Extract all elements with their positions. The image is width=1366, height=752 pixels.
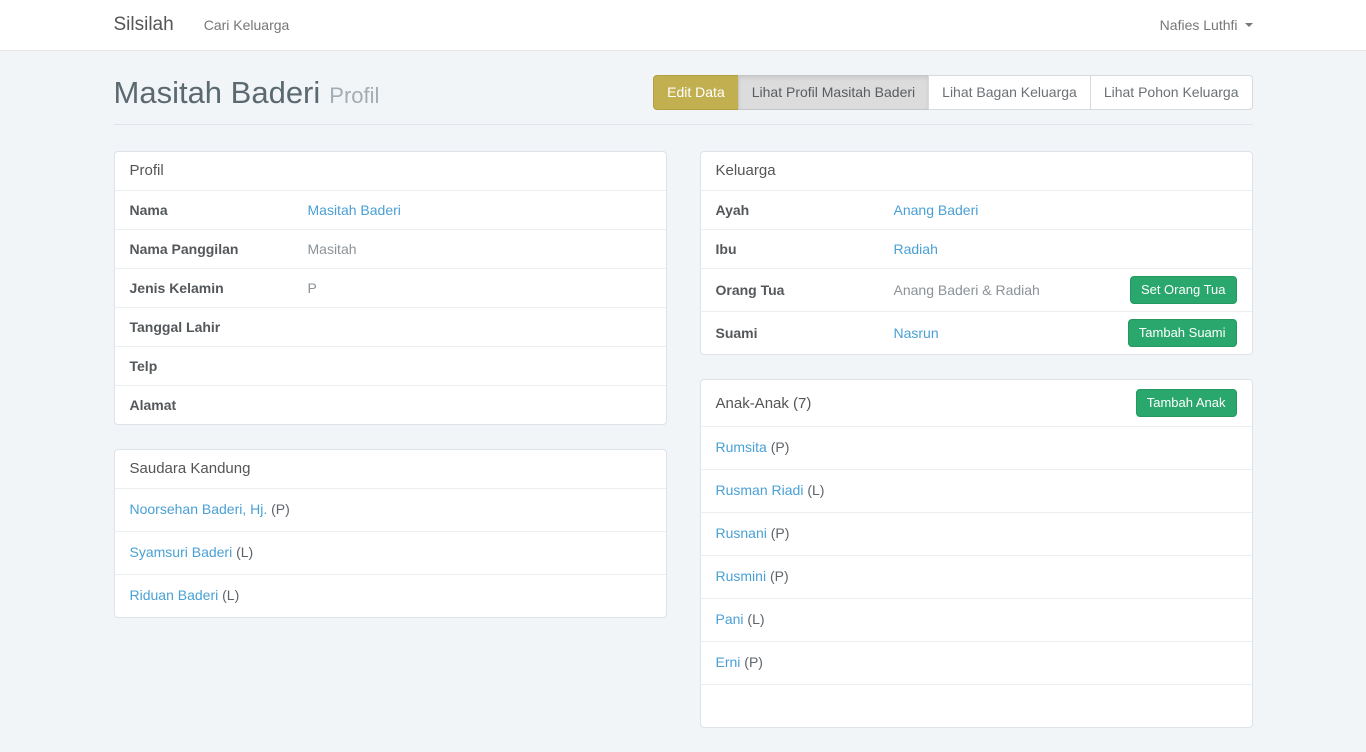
table-row: Orang Tua Anang Baderi & Radiah Set Oran… — [701, 268, 1252, 311]
table-row: Nama Panggilan Masitah — [115, 229, 666, 268]
list-item: Riduan Baderi (L) — [115, 574, 666, 617]
list-item: Rumsita (P) — [701, 426, 1252, 469]
list-item: Noorsehan Baderi, Hj. (P) — [115, 488, 666, 531]
field-label: Nama Panggilan — [130, 241, 308, 257]
field-label: Ayah — [716, 202, 894, 218]
user-menu[interactable]: Nafies Luthfi — [1160, 17, 1253, 33]
gender-label: (L) — [807, 482, 824, 498]
nav-item-cari-keluarga[interactable]: Cari Keluarga — [204, 17, 290, 33]
table-row: Nama Masitah Baderi — [115, 190, 666, 229]
page-title: Masitah Baderi Profil — [114, 77, 380, 108]
list-item: Syamsuri Baderi (L) — [115, 531, 666, 574]
person-name-title: Masitah Baderi — [114, 75, 321, 110]
table-row: Ibu Radiah — [701, 229, 1252, 268]
table-row: Alamat — [115, 385, 666, 424]
list-item: Rusman Riadi (L) — [701, 469, 1252, 512]
panel-title: Saudara Kandung — [130, 460, 251, 477]
page-subtitle: Profil — [329, 83, 379, 108]
table-row: Suami Nasrun Tambah Suami — [701, 311, 1252, 354]
field-label: Orang Tua — [716, 282, 894, 298]
saudara-kandung-panel: Saudara Kandung Noorsehan Baderi, Hj. (P… — [114, 449, 667, 618]
gender-label: (L) — [236, 544, 253, 560]
table-row: Telp — [115, 346, 666, 385]
list-item: Erni (P) — [701, 641, 1252, 684]
person-link[interactable]: Noorsehan Baderi, Hj. — [130, 501, 268, 517]
field-label: Alamat — [130, 397, 308, 413]
view-button-group: Edit Data Lihat Profil Masitah Baderi Li… — [653, 75, 1252, 110]
person-link[interactable]: Rumsita — [716, 439, 767, 455]
view-button[interactable]: Edit Data — [653, 75, 739, 110]
gender-label: (P) — [744, 654, 763, 670]
list-item: Rusnani (P) — [701, 512, 1252, 555]
gender-label: (L) — [747, 611, 764, 627]
action-button[interactable]: Set Orang Tua — [1130, 276, 1237, 304]
anak-anak-panel: Anak-Anak (7) Tambah Anak Rumsita (P) Ru… — [700, 379, 1253, 728]
list-item-partial — [701, 684, 1252, 727]
gender-label: (P) — [770, 568, 789, 584]
view-button[interactable]: Lihat Bagan Keluarga — [928, 75, 1091, 110]
chevron-down-icon — [1245, 23, 1253, 27]
field-value: Anang Baderi & Radiah — [894, 282, 1040, 298]
gender-label: (P) — [271, 501, 290, 517]
panel-title: Anak-Anak (7) — [716, 395, 812, 412]
field-label: Ibu — [716, 241, 894, 257]
person-link[interactable]: Rusman Riadi — [716, 482, 804, 498]
keluarga-panel: Keluarga Ayah Anang Baderi — [700, 151, 1253, 355]
view-button[interactable]: Lihat Pohon Keluarga — [1090, 75, 1253, 110]
list-item: Rusmini (P) — [701, 555, 1252, 598]
top-navbar: Silsilah Cari Keluarga Nafies Luthfi — [0, 0, 1366, 51]
person-link[interactable]: Nasrun — [894, 325, 939, 341]
table-row: Ayah Anang Baderi — [701, 190, 1252, 229]
field-label: Jenis Kelamin — [130, 280, 308, 296]
view-button[interactable]: Lihat Profil Masitah Baderi — [738, 75, 929, 110]
profil-panel: Profil Nama Masitah Baderi Nama Panggila… — [114, 151, 667, 425]
user-name: Nafies Luthfi — [1160, 17, 1238, 33]
action-button[interactable]: Tambah Suami — [1128, 319, 1237, 347]
field-label: Telp — [130, 358, 308, 374]
panel-title: Profil — [130, 162, 164, 179]
person-link[interactable]: Rusmini — [716, 568, 767, 584]
table-row: Tanggal Lahir — [115, 307, 666, 346]
person-link[interactable]: Anang Baderi — [894, 202, 979, 218]
person-link[interactable]: Erni — [716, 654, 741, 670]
person-link[interactable]: Rusnani — [716, 525, 767, 541]
person-link[interactable]: Pani — [716, 611, 744, 627]
table-row: Jenis Kelamin P — [115, 268, 666, 307]
brand-link[interactable]: Silsilah — [114, 14, 174, 36]
gender-label: (P) — [771, 525, 790, 541]
panel-title: Keluarga — [716, 162, 776, 179]
person-link[interactable]: Radiah — [894, 241, 938, 257]
person-link[interactable]: Masitah Baderi — [308, 202, 401, 218]
list-item: Pani (L) — [701, 598, 1252, 641]
person-link[interactable]: Riduan Baderi — [130, 587, 219, 603]
field-label: Nama — [130, 202, 308, 218]
gender-label: (P) — [771, 439, 790, 455]
gender-label: (L) — [222, 587, 239, 603]
field-value: P — [308, 280, 317, 296]
page-header: Masitah Baderi Profil Edit Data Lihat Pro… — [114, 51, 1253, 125]
field-label: Tanggal Lahir — [130, 319, 308, 335]
person-link[interactable]: Syamsuri Baderi — [130, 544, 233, 560]
field-value: Masitah — [308, 241, 357, 257]
tambah-anak-button[interactable]: Tambah Anak — [1136, 389, 1237, 417]
field-label: Suami — [716, 325, 894, 341]
